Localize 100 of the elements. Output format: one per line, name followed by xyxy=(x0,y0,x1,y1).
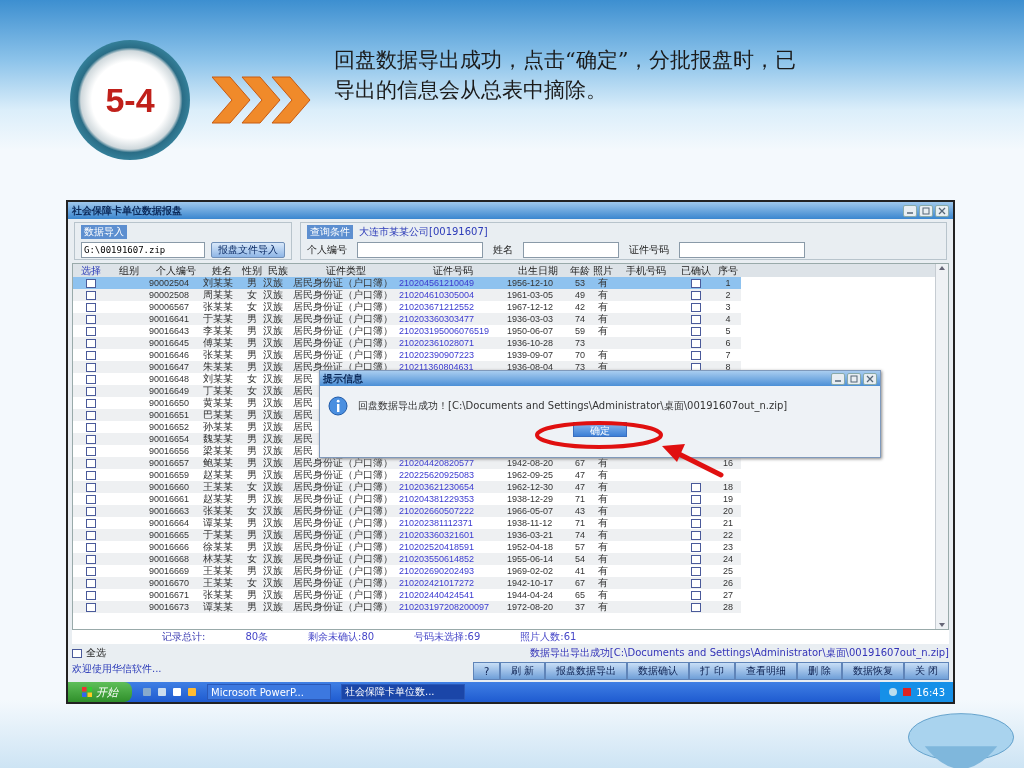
table-cell: 居民身份证（户口簿） xyxy=(293,457,393,469)
column-header: 序号 xyxy=(717,264,739,278)
table-cell: 刘某某 xyxy=(203,277,233,289)
column-header: 年龄 xyxy=(569,264,591,278)
table-cell: 90016659 xyxy=(149,469,190,481)
table-cell: 71 xyxy=(575,517,585,529)
table-cell: 王某某 xyxy=(203,577,233,589)
table-cell: 23 xyxy=(723,541,733,553)
table-cell: 女 xyxy=(247,553,257,565)
table-cell: 汉族 xyxy=(263,505,283,517)
column-header: 照片 xyxy=(592,264,614,278)
table-cell: 1955-06-14 xyxy=(507,553,554,565)
table-cell: 男 xyxy=(247,397,257,409)
table-cell: 居民 xyxy=(293,421,313,433)
table-cell: 汉族 xyxy=(263,289,283,301)
table-cell: 汉族 xyxy=(263,409,283,421)
table-cell: 210202390907223 xyxy=(399,349,475,361)
table-cell: 男 xyxy=(247,565,257,577)
table-cell: 1938-12-29 xyxy=(507,493,554,505)
company-name: 大连市某某公司[00191607] xyxy=(359,225,488,239)
column-header: 性别 xyxy=(241,264,263,278)
table-cell: 47 xyxy=(575,469,585,481)
table-cell: 男 xyxy=(247,433,257,445)
table-cell: 90016657 xyxy=(149,457,190,469)
table-cell: 1967-12-12 xyxy=(507,301,554,313)
table-cell: 女 xyxy=(247,385,257,397)
table-cell: 居民身份证（户口簿） xyxy=(293,349,393,361)
table-cell: 1950-06-07 xyxy=(507,325,554,337)
table-cell: 刘某某 xyxy=(203,373,233,385)
table-cell: 19 xyxy=(723,493,733,505)
table-cell: 210203360321601 xyxy=(399,529,475,541)
table-cell: 男 xyxy=(247,457,257,469)
table-cell: 鲍某某 xyxy=(203,457,233,469)
table-cell: 巴某某 xyxy=(203,409,233,421)
table-cell: 90016650 xyxy=(149,397,190,409)
table-cell: 汉族 xyxy=(263,469,283,481)
table-cell: 居民 xyxy=(293,409,313,421)
table-cell: 居民身份证（户口簿） xyxy=(293,553,393,565)
table-cell: 90016654 xyxy=(149,433,190,445)
table-cell: 1936-10-28 xyxy=(507,337,554,349)
table-cell: 汉族 xyxy=(263,445,283,457)
table-cell: 41 xyxy=(575,565,585,577)
table-cell: 1942-10-17 xyxy=(507,577,554,589)
table-cell: 张某某 xyxy=(203,505,233,517)
table-cell: 居民 xyxy=(293,373,313,385)
table-cell: 18 xyxy=(723,481,733,493)
table-cell: 有 xyxy=(598,577,608,589)
table-cell: 傅某某 xyxy=(203,337,233,349)
table-cell: 汉族 xyxy=(263,325,283,337)
table-cell: 女 xyxy=(247,577,257,589)
table-cell: 男 xyxy=(247,361,257,373)
table-cell: 90016669 xyxy=(149,565,190,577)
table-cell: 男 xyxy=(247,589,257,601)
table-cell: 90016673 xyxy=(149,601,190,613)
table-cell: 张某某 xyxy=(203,349,233,361)
table-cell: 210203621230654 xyxy=(399,481,475,493)
table-cell: 汉族 xyxy=(263,313,283,325)
table-cell: 90016671 xyxy=(149,589,190,601)
table-cell: 有 xyxy=(598,601,608,613)
table-cell: 220225620925083 xyxy=(399,469,475,481)
table-cell: 居民身份证（户口簿） xyxy=(293,337,393,349)
table-cell: 有 xyxy=(598,277,608,289)
table-cell: 汉族 xyxy=(263,337,283,349)
table-cell: 1972-08-20 xyxy=(507,601,554,613)
table-cell: 67 xyxy=(575,457,585,469)
table-cell: 90016670 xyxy=(149,577,190,589)
table-cell: 有 xyxy=(598,541,608,553)
table-cell: 汉族 xyxy=(263,301,283,313)
table-cell: 210202660507222 xyxy=(399,505,475,517)
table-cell: 1939-09-07 xyxy=(507,349,554,361)
table-cell: 张某某 xyxy=(203,589,233,601)
table-cell: 王某某 xyxy=(203,481,233,493)
table-cell: 210202381112371 xyxy=(399,517,473,529)
table-cell: 男 xyxy=(247,325,257,337)
column-header: 选择 xyxy=(80,264,102,278)
table-cell: 1966-05-07 xyxy=(507,505,554,517)
table-cell: 有 xyxy=(598,553,608,565)
table-cell: 魏某某 xyxy=(203,433,233,445)
table-cell: 居民身份证（户口簿） xyxy=(293,541,393,553)
table-cell: 居民身份证（户口簿） xyxy=(293,277,393,289)
summary-text: 记录总计: xyxy=(162,630,206,644)
table-cell: 男 xyxy=(247,541,257,553)
table-cell: 居民身份证（户口簿） xyxy=(293,529,393,541)
status-text: 欢迎使用华信软件... xyxy=(72,662,162,676)
table-cell: 李某某 xyxy=(203,325,233,337)
table-cell: 90002508 xyxy=(149,289,190,301)
table-cell: 22 xyxy=(723,529,733,541)
table-cell: 有 xyxy=(598,349,608,361)
table-cell: 居民身份证（户口簿） xyxy=(293,289,393,301)
table-cell: 男 xyxy=(247,337,257,349)
table-cell: 有 xyxy=(598,529,608,541)
group-legend: 数据导入 xyxy=(81,225,127,239)
table-cell: 汉族 xyxy=(263,577,283,589)
table-cell: 90016668 xyxy=(149,553,190,565)
table-cell: 90016646 xyxy=(149,349,190,361)
column-header: 已确认 xyxy=(680,264,712,278)
table-cell: 丁某某 xyxy=(203,385,233,397)
table-cell: 90016666 xyxy=(149,541,190,553)
table-cell: 赵某某 xyxy=(203,469,233,481)
clock: 16:43 xyxy=(916,686,945,698)
